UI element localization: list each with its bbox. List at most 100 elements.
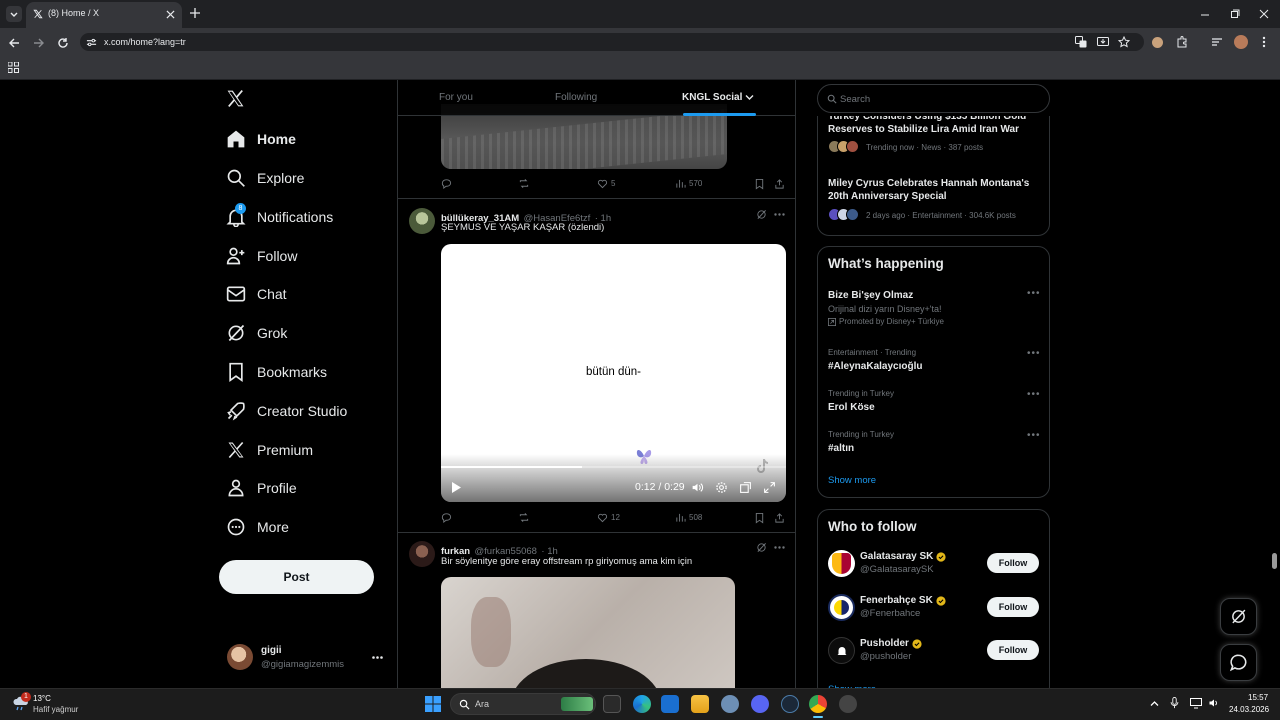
nav-more[interactable]: More xyxy=(226,512,289,542)
show-more-link[interactable]: Show more xyxy=(828,475,876,486)
nav-follow[interactable]: Follow xyxy=(226,241,297,271)
chrome-icon[interactable] xyxy=(809,695,827,713)
grok-floating-button[interactable] xyxy=(1220,598,1257,635)
fullscreen-icon[interactable] xyxy=(763,481,776,494)
edge-icon[interactable] xyxy=(633,695,651,713)
video-progress-track[interactable] xyxy=(441,466,786,468)
extensions-puzzle-icon[interactable] xyxy=(1176,36,1188,48)
views-button[interactable]: 508 xyxy=(675,512,702,523)
page-scrollbar[interactable] xyxy=(1272,553,1277,569)
share-icon[interactable] xyxy=(774,512,785,524)
reply-button[interactable] xyxy=(441,178,455,189)
back-icon[interactable] xyxy=(8,37,20,49)
more-dots-icon[interactable]: ••• xyxy=(1027,389,1041,400)
volume-icon[interactable] xyxy=(691,481,704,494)
nav-premium[interactable]: Premium xyxy=(226,435,313,465)
window-close-icon[interactable] xyxy=(1259,9,1269,19)
x-logo-icon[interactable] xyxy=(226,89,245,108)
new-tab-icon[interactable] xyxy=(190,8,200,18)
nav-notifications[interactable]: 8 Notifications xyxy=(226,202,333,232)
store-icon[interactable] xyxy=(661,695,679,713)
weather-widget[interactable]: 1 13°C Hafif yağmur xyxy=(10,691,100,717)
trend-item[interactable]: Trending in Turkey Erol Köse xyxy=(828,389,1028,414)
post-button[interactable]: Post xyxy=(219,560,374,594)
more-dots-icon[interactable]: ••• xyxy=(1027,348,1041,359)
microphone-icon[interactable] xyxy=(1170,697,1179,709)
follow-suggestion[interactable]: Galatasaray SK @GalatasaraySK xyxy=(828,550,978,580)
taskbar-search[interactable]: Ara xyxy=(450,693,596,715)
settings-gear-icon[interactable] xyxy=(715,481,728,494)
follow-suggestion[interactable]: Fenerbahçe SK @Fenerbahce xyxy=(828,594,978,624)
profile-avatar[interactable] xyxy=(1234,35,1248,49)
nav-chat[interactable]: Chat xyxy=(226,279,287,309)
tab-search-button[interactable] xyxy=(6,6,22,22)
news-item[interactable]: Miley Cyrus Celebrates Hannah Montana's … xyxy=(828,177,1043,203)
follow-button[interactable]: Follow xyxy=(987,640,1039,660)
translate-icon[interactable] xyxy=(1075,36,1087,48)
nav-explore[interactable]: Explore xyxy=(226,163,304,193)
tab-following[interactable]: Following xyxy=(555,92,597,103)
chevron-up-icon[interactable] xyxy=(1150,700,1159,707)
like-button[interactable]: 12 xyxy=(597,512,620,523)
chat-floating-button[interactable] xyxy=(1220,644,1257,681)
more-dots-icon[interactable]: ••• xyxy=(1027,288,1041,299)
timeline[interactable]: For you Following KNGL Social 5 570 büll… xyxy=(397,80,796,688)
video-player[interactable]: bütün dün- 0:12 / 0:29 xyxy=(441,244,786,502)
trend-item-promoted[interactable]: Bize Bi'şey Olmaz Orijinal dizi yarın Di… xyxy=(828,289,1043,331)
nav-profile[interactable]: Profile xyxy=(226,473,297,503)
star-icon[interactable] xyxy=(1118,36,1130,48)
minimize-icon[interactable] xyxy=(1200,10,1210,20)
avatar[interactable] xyxy=(409,541,435,567)
more-dots-icon[interactable] xyxy=(774,546,785,549)
news-item[interactable]: Turkey Considers Using $135 Billion Gold… xyxy=(828,116,1043,136)
tab-kngl-social[interactable]: KNGL Social xyxy=(682,92,742,103)
forward-icon[interactable] xyxy=(33,37,45,49)
site-info-icon[interactable] xyxy=(86,37,97,48)
clock-time[interactable]: 15:57 xyxy=(1248,693,1268,702)
repost-button[interactable] xyxy=(518,512,533,523)
app-icon[interactable] xyxy=(839,695,857,713)
nav-grok[interactable]: Grok xyxy=(226,318,287,348)
browser-menu-icon[interactable] xyxy=(1262,36,1266,48)
views-button[interactable]: 570 xyxy=(675,178,702,189)
reload-icon[interactable] xyxy=(57,37,69,49)
nav-bookmarks[interactable]: Bookmarks xyxy=(226,357,327,387)
post-media-image[interactable] xyxy=(441,577,735,688)
chevron-down-icon[interactable] xyxy=(745,94,754,101)
reply-button[interactable] xyxy=(441,512,455,523)
trend-item[interactable]: Entertainment · Trending #AleynaKalaycıo… xyxy=(828,348,1028,373)
grok-icon[interactable] xyxy=(756,209,767,220)
share-icon[interactable] xyxy=(774,178,785,190)
discord-icon[interactable] xyxy=(751,695,769,713)
like-button[interactable]: 5 xyxy=(597,178,615,189)
picture-in-picture-icon[interactable] xyxy=(739,481,752,494)
file-explorer-icon[interactable] xyxy=(691,695,709,713)
close-icon[interactable] xyxy=(166,10,175,19)
nav-home[interactable]: Home xyxy=(226,124,296,154)
install-app-icon[interactable] xyxy=(1097,36,1109,48)
follow-button[interactable]: Follow xyxy=(987,597,1039,617)
grok-icon[interactable] xyxy=(756,542,767,553)
clock-date[interactable]: 24.03.2026 xyxy=(1229,705,1269,714)
display-icon[interactable] xyxy=(1190,697,1202,709)
address-bar[interactable] xyxy=(80,33,1144,51)
reading-list-icon[interactable] xyxy=(1211,36,1223,48)
more-dots-icon[interactable] xyxy=(774,213,785,216)
avatar[interactable] xyxy=(409,208,435,234)
more-dots-icon[interactable]: ••• xyxy=(1027,430,1041,441)
app-icon[interactable] xyxy=(721,695,739,713)
bookmark-icon[interactable] xyxy=(754,512,765,524)
follow-suggestion[interactable]: Pusholder @pusholder xyxy=(828,637,978,667)
bookmark-icon[interactable] xyxy=(754,178,765,190)
extension-avatar-icon[interactable] xyxy=(1152,37,1163,48)
steam-icon[interactable] xyxy=(781,695,799,713)
trend-item[interactable]: Trending in Turkey #altın xyxy=(828,430,1028,455)
windows-start-icon[interactable] xyxy=(425,696,441,712)
account-switcher[interactable]: gigii @gigiamagizemmis xyxy=(219,640,389,676)
repost-button[interactable] xyxy=(518,178,533,189)
restore-icon[interactable] xyxy=(1230,9,1240,19)
browser-tab[interactable]: (8) Home / X xyxy=(26,2,182,28)
search-input[interactable]: Search xyxy=(817,84,1050,113)
speaker-icon[interactable] xyxy=(1208,697,1220,709)
follow-button[interactable]: Follow xyxy=(987,553,1039,573)
